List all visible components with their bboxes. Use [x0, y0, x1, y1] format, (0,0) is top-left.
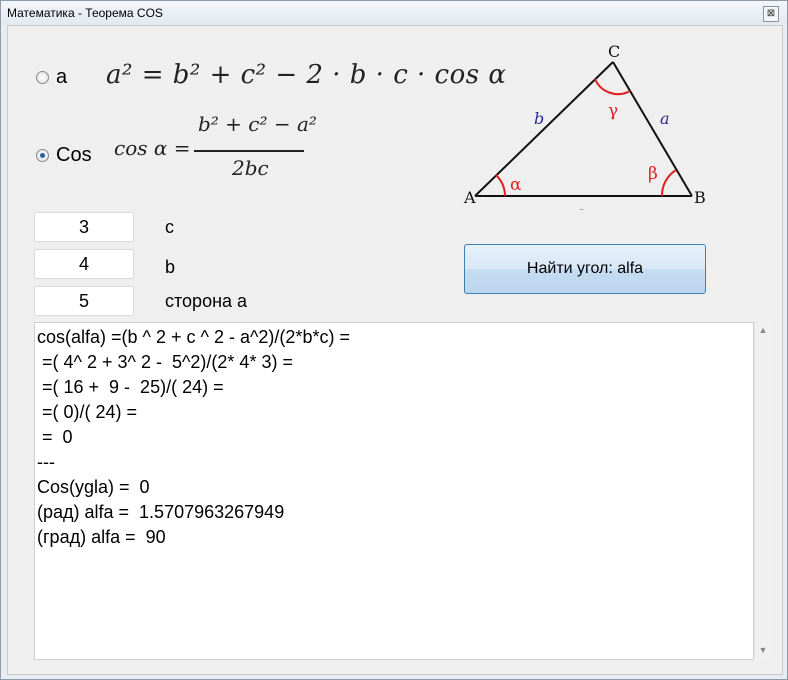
side-a-label: a [660, 109, 670, 128]
app-window: Математика - Теорема COS ⊠ a a² = b² + c… [0, 0, 788, 680]
angle-beta-arc [660, 169, 677, 197]
output-line: = 0 [37, 427, 73, 447]
radio-a[interactable] [36, 71, 49, 84]
window-title: Математика - Теорема COS [7, 6, 163, 20]
triangle-diagram: A B C b a c α β γ [463, 42, 706, 210]
angle-gamma-label: γ [608, 101, 618, 121]
output-line: --- [37, 452, 55, 472]
side-b-input[interactable]: 4 [34, 249, 134, 279]
side-c-input[interactable]: 3 [34, 212, 134, 242]
title-bar: Математика - Теорема COS ⊠ [1, 1, 787, 25]
side-c-label: c [576, 203, 585, 210]
angle-beta-label: β [648, 164, 658, 184]
cos-formula-numerator: b² + c² − a² [198, 112, 317, 136]
find-angle-button[interactable]: Найти угол: alfa [464, 244, 706, 294]
close-icon: ⊠ [766, 8, 776, 19]
vertex-b-label: B [694, 188, 706, 207]
radio-cos[interactable] [36, 149, 49, 162]
close-button[interactable]: ⊠ [763, 6, 779, 22]
side-a-input[interactable]: 5 [34, 286, 134, 316]
triangle-lines [474, 61, 693, 197]
side-a-field-label: сторона а [165, 291, 248, 311]
output-line: =( 0)/( 24) = [37, 402, 138, 422]
output-line: =( 4^ 2 + 3^ 2 - 5^2)/(2* 4* 3) = [37, 352, 293, 372]
radio-a-label[interactable]: a [56, 66, 67, 89]
result-textarea[interactable]: cos(alfa) =(b ^ 2 + c ^ 2 - a^2)/(2*b*c)… [34, 322, 754, 660]
vertex-a-label: A [463, 188, 476, 207]
output-line: =( 16 + 9 - 25)/( 24) = [37, 377, 224, 397]
output-line: (град) alfa = 90 [37, 527, 166, 547]
angle-alpha-label: α [510, 175, 522, 195]
cos-formula-lhs: cos α = [114, 136, 191, 160]
cos-formula-denominator: 2bc [232, 156, 269, 180]
side-b-field-label: b [165, 257, 176, 277]
radio-cos-label[interactable]: Cos [56, 144, 92, 167]
side-b-label: b [534, 109, 544, 128]
output-line: cos(alfa) =(b ^ 2 + c ^ 2 - a^2)/(2*b*c)… [37, 327, 350, 347]
vertical-scrollbar[interactable]: ▲ ▼ [754, 322, 771, 658]
angle-alpha-arc [495, 174, 506, 197]
output-line: (рад) alfa = 1.5707963267949 [37, 502, 285, 522]
scroll-down-icon[interactable]: ▼ [755, 642, 771, 658]
law-of-cosines-formula: a² = b² + c² − 2 · b · c · cos α [106, 60, 507, 90]
client-area: a a² = b² + c² − 2 · b · c · cos α Cos c… [7, 25, 783, 675]
fraction-bar [194, 150, 304, 152]
scroll-up-icon[interactable]: ▲ [755, 322, 771, 338]
output-line: Cos(ygla) = 0 [37, 477, 150, 497]
side-c-field-label: c [165, 217, 174, 237]
vertex-c-label: C [608, 42, 620, 61]
